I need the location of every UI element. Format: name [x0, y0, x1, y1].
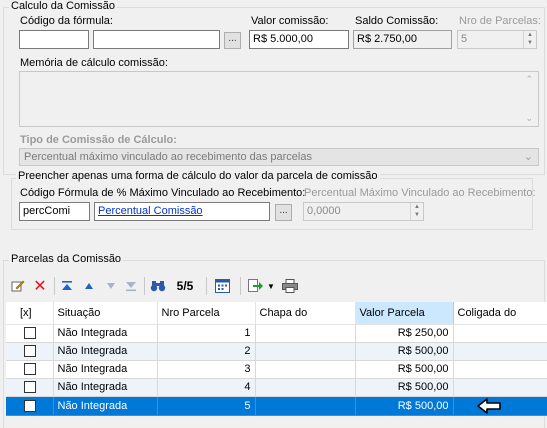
cell-chapa [255, 396, 356, 416]
column-header-valor-parcela[interactable]: Valor Parcela [355, 302, 454, 325]
cell-nro-parcela: 4 [157, 378, 256, 397]
edit-icon[interactable] [8, 275, 28, 297]
dropdown-arrow-icon[interactable]: ▼ [266, 275, 276, 297]
cell-chapa [255, 324, 356, 343]
saldo-comissao-input: R$ 2.750,00 [353, 30, 452, 49]
formula-desc-input[interactable]: Percentual Comissão [94, 202, 270, 221]
memoria-calculo-textarea: ⌃ ⌄ [19, 71, 539, 127]
cell-coligada [453, 396, 547, 416]
move-last-icon [122, 275, 140, 297]
toolbar-separator [144, 277, 145, 295]
spinner-up-icon: ▲ [527, 32, 533, 38]
toolbar-separator [206, 277, 207, 295]
delete-icon[interactable]: ✕ [30, 275, 50, 297]
valor-comissao-label: Valor comissão: [251, 15, 329, 27]
table-row[interactable]: Não Integrada 1 R$ 250,00 [6, 324, 547, 343]
grid-toolbar: ✕ 5/5 ▼ [6, 275, 306, 301]
memoria-calculo-label: Memória de cálculo comissão: [20, 57, 168, 69]
scroll-up-icon: ⌃ [525, 74, 533, 84]
table-row[interactable]: Não Integrada 3 R$ 500,00 [6, 360, 547, 379]
calc-group-title: Calculo da Comissão [9, 0, 117, 12]
cell-situacao: Não Integrada [53, 342, 158, 361]
percentual-maximo-value: 0,0000 [307, 205, 341, 217]
toolbar-separator [54, 277, 55, 295]
binoculars-icon[interactable] [148, 275, 168, 297]
cell-situacao: Não Integrada [53, 378, 158, 397]
table-row[interactable]: Não Integrada 2 R$ 500,00 [6, 342, 547, 361]
calendar-icon[interactable] [212, 275, 232, 297]
grid-header-row: [x] Situação Nro Parcela Chapa do Valor … [6, 302, 547, 325]
row-checkbox[interactable] [24, 381, 36, 394]
cell-nro-parcela: 1 [157, 324, 256, 343]
move-first-icon[interactable] [58, 275, 76, 297]
cell-situacao: Não Integrada [53, 396, 158, 416]
parcelas-grid: [x] Situação Nro Parcela Chapa do Valor … [6, 302, 547, 416]
cell-nro-parcela: 3 [157, 360, 256, 379]
row-checkbox[interactable] [24, 363, 36, 376]
cell-chapa [255, 360, 356, 379]
tipo-comissao-select: Percentual máximo vinculado ao recebimen… [19, 148, 539, 166]
nro-parcelas-value: 5 [461, 33, 468, 45]
cell-chapa [255, 378, 356, 397]
page-indicator: 5/5 [176, 279, 194, 293]
codigo-formula-desc-input[interactable] [93, 30, 220, 49]
cell-valor-parcela: R$ 500,00 [355, 396, 454, 416]
print-icon[interactable] [280, 275, 300, 297]
codigo-formula-label: Código da fórmula: [20, 15, 113, 27]
toolbar-separator [240, 277, 241, 295]
cell-valor-parcela: R$ 500,00 [355, 378, 454, 397]
chevron-down-icon: ⌄ [523, 151, 533, 163]
prefill-group-title: Preencher apenas uma forma de cálculo do… [16, 170, 380, 182]
cell-coligada [453, 378, 547, 397]
scroll-down-icon: ⌄ [525, 113, 533, 123]
arrow-left-icon [476, 397, 501, 414]
percentual-maximo-label: Percentual Máximo Vinculado ao Recebimen… [304, 187, 536, 199]
percentual-spinner: ▲ ▼ [410, 203, 423, 220]
cell-coligada [453, 342, 547, 361]
nro-parcelas-spinner: ▲ ▼ [523, 31, 536, 48]
tipo-comissao-value: Percentual máximo vinculado ao recebimen… [24, 151, 312, 163]
formula-maximo-label: Código Fórmula de % Máximo Vinculado ao … [20, 187, 306, 199]
formula-desc-link[interactable]: Percentual Comissão [98, 205, 203, 217]
spinner-down-icon: ▼ [414, 212, 420, 218]
cell-valor-parcela: R$ 500,00 [355, 342, 454, 361]
spinner-up-icon: ▲ [414, 204, 420, 210]
move-down-icon [102, 275, 120, 297]
column-header-nro-parcela[interactable]: Nro Parcela [157, 302, 256, 325]
saldo-comissao-label: Saldo Comissão: [355, 15, 439, 27]
table-row[interactable]: Não Integrada 4 R$ 500,00 [6, 378, 547, 397]
column-header-chapa[interactable]: Chapa do [255, 302, 356, 325]
table-row-selected[interactable]: Não Integrada 5 R$ 500,00 [6, 396, 547, 416]
valor-comissao-input[interactable]: R$ 5.000,00 [249, 30, 349, 49]
move-up-icon[interactable] [80, 275, 98, 297]
row-checkbox[interactable] [24, 345, 36, 358]
export-icon[interactable] [246, 275, 266, 297]
formula-code-input[interactable]: percComi [19, 202, 90, 221]
percentual-maximo-input: 0,0000 [303, 202, 424, 221]
cell-coligada [453, 360, 547, 379]
cell-chapa [255, 342, 356, 361]
cell-situacao: Não Integrada [53, 324, 158, 343]
nro-parcelas-label: Nro de Parcelas: [459, 15, 541, 27]
cell-valor-parcela: R$ 500,00 [355, 360, 454, 379]
column-header-situacao[interactable]: Situação [53, 302, 158, 325]
row-checkbox[interactable] [24, 327, 36, 340]
column-header-select[interactable]: [x] [6, 302, 54, 325]
column-header-coligada[interactable]: Coligada do [453, 302, 547, 325]
row-checkbox[interactable] [24, 399, 36, 412]
tipo-comissao-label: Tipo de Comissão de Cálculo: [20, 134, 177, 146]
cell-valor-parcela: R$ 250,00 [355, 324, 454, 343]
parcelas-group-title: Parcelas da Comissão [9, 253, 124, 265]
cell-situacao: Não Integrada [53, 360, 158, 379]
formula-lookup-button[interactable]: ... [275, 204, 292, 221]
codigo-formula-lookup-button[interactable]: ... [224, 32, 241, 49]
cell-nro-parcela: 2 [157, 342, 256, 361]
cell-nro-parcela: 5 [157, 396, 256, 416]
spinner-down-icon: ▼ [527, 40, 533, 46]
cell-coligada [453, 324, 547, 343]
codigo-formula-input[interactable] [19, 30, 89, 49]
